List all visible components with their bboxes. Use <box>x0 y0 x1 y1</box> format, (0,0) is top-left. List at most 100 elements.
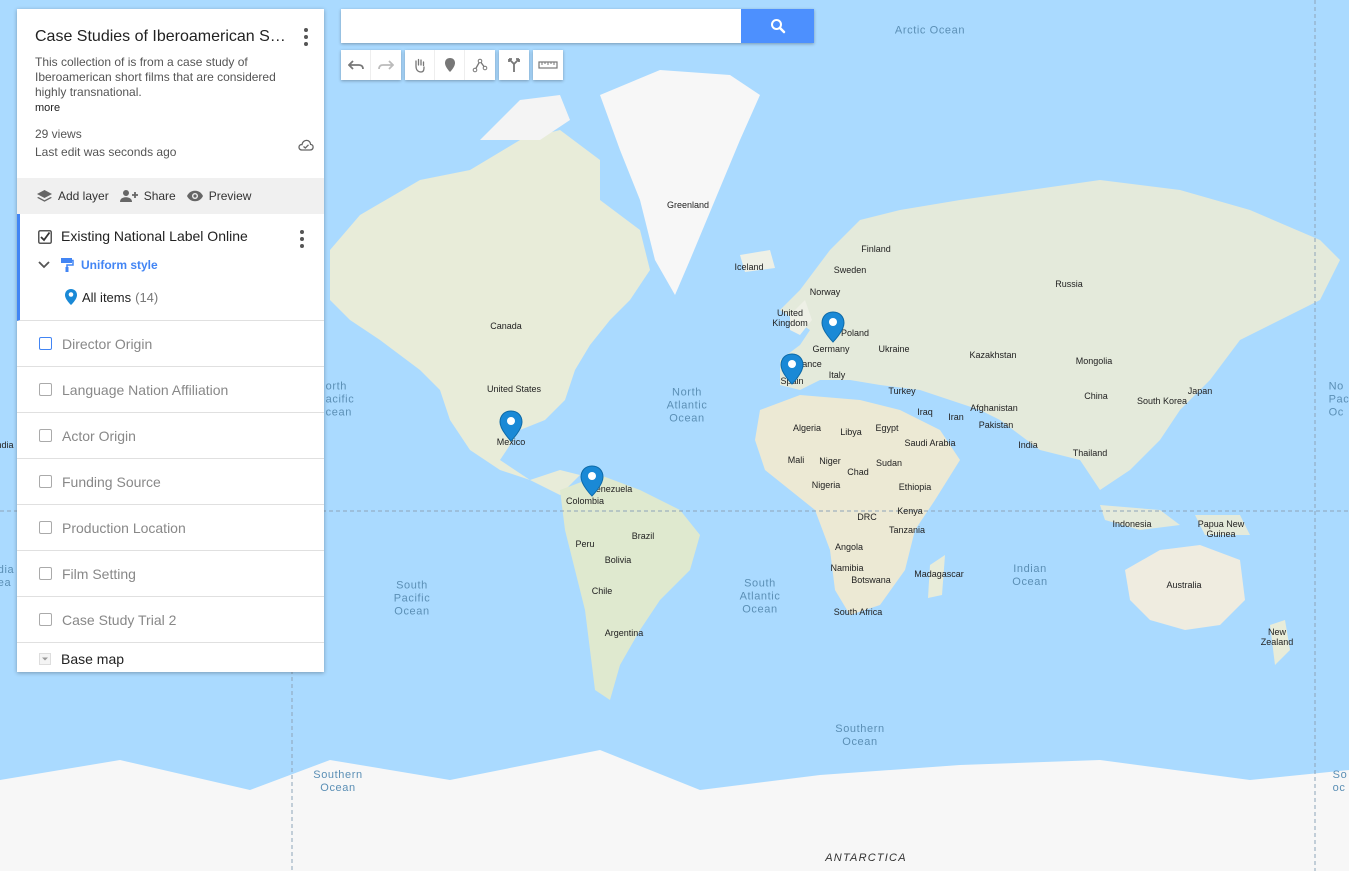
label-india-left: ndia <box>0 440 14 450</box>
layer-checkbox[interactable] <box>39 475 52 488</box>
layer-name[interactable]: Production Location <box>62 520 186 536</box>
label-ukraine: Ukraine <box>878 344 910 354</box>
layer-name[interactable]: Director Origin <box>62 336 152 352</box>
layer-checkbox[interactable] <box>39 521 52 534</box>
layer-name[interactable]: Existing National Label Online <box>61 228 248 244</box>
label-germany: Germany <box>812 344 850 354</box>
pin-icon <box>821 311 845 343</box>
share-button[interactable]: Share <box>119 189 176 203</box>
label-chad: Chad <box>847 467 869 477</box>
layer-name[interactable]: Actor Origin <box>62 428 136 444</box>
label-niger: Niger <box>819 456 841 466</box>
view-count: 29 views <box>35 127 82 141</box>
layer-visibility-checkbox[interactable] <box>38 229 52 244</box>
base-map-row[interactable]: Base map <box>17 643 324 675</box>
label-indian-ocean-left: dia ea <box>0 564 15 589</box>
add-marker-button[interactable] <box>435 50 465 80</box>
label-poland: Poland <box>840 328 870 338</box>
layer-name[interactable]: Case Study Trial 2 <box>62 612 176 628</box>
label-greenland: Greenland <box>666 200 710 210</box>
label-italy: Italy <box>828 370 846 380</box>
label-peru: Peru <box>575 539 595 549</box>
add-layer-button[interactable]: Add layer <box>36 189 109 204</box>
checkbox-checked-icon <box>38 229 52 244</box>
share-label: Share <box>143 189 176 203</box>
all-items-label: All items <box>82 289 132 305</box>
label-mongolia: Mongolia <box>1075 356 1113 366</box>
layer-name[interactable]: Funding Source <box>62 474 161 490</box>
label-north-pacific-right: No Pac Oc <box>1328 380 1349 419</box>
label-kenya: Kenya <box>897 506 923 516</box>
label-tanzania: Tanzania <box>888 525 926 535</box>
layer-checkbox[interactable] <box>39 383 52 396</box>
label-bolivia: Bolivia <box>604 555 632 565</box>
all-items-row[interactable]: All items (14) <box>38 288 324 306</box>
map-pin-germany[interactable] <box>821 311 845 343</box>
pin-icon <box>499 410 523 442</box>
label-us: United States <box>486 384 542 394</box>
map-pin-colombia[interactable] <box>580 465 604 497</box>
layer-checkbox[interactable] <box>39 429 52 442</box>
map-toolbar <box>341 50 563 80</box>
add-person-icon <box>119 190 138 202</box>
label-nigeria: Nigeria <box>811 480 841 490</box>
label-egypt: Egypt <box>875 423 899 433</box>
label-brazil: Brazil <box>631 531 655 541</box>
redo-button[interactable] <box>371 50 401 80</box>
uniform-style-link[interactable]: Uniform style <box>81 258 158 272</box>
label-iran: Iran <box>948 412 964 422</box>
label-north-atlantic: North Atlantic Ocean <box>666 386 708 425</box>
layer-film-setting: Film Setting <box>17 551 324 597</box>
label-iceland: Iceland <box>734 262 764 272</box>
map-title[interactable]: Case Studies of Iberoamerican Short Film… <box>35 28 287 46</box>
pan-tool-button[interactable] <box>405 50 435 80</box>
chevron-down-icon[interactable] <box>38 261 50 269</box>
paint-roller-icon[interactable] <box>60 257 74 273</box>
label-angola: Angola <box>834 542 864 552</box>
label-south-africa: South Africa <box>833 607 883 617</box>
search-button[interactable] <box>741 9 814 43</box>
layer-checkbox[interactable] <box>39 567 52 580</box>
label-india: India <box>1018 440 1038 450</box>
label-australia: Australia <box>1166 580 1202 590</box>
label-indonesia: Indonesia <box>1112 519 1152 529</box>
label-uk: United Kingdom <box>772 308 808 328</box>
label-russia: Russia <box>1055 279 1083 289</box>
map-description[interactable]: This collection of is from a case study … <box>35 55 290 100</box>
panel-actions-bar: Add layer Share Preview <box>17 178 324 214</box>
layer-checkbox[interactable] <box>39 613 52 626</box>
undo-button[interactable] <box>341 50 371 80</box>
label-france: ance <box>802 359 822 369</box>
label-namibia: Namibia <box>830 563 864 573</box>
label-south-atlantic: South Atlantic Ocean <box>739 577 781 616</box>
marker-icon <box>444 58 455 72</box>
layer-director-origin: Director Origin <box>17 321 324 367</box>
label-afghanistan: Afghanistan <box>970 403 1018 413</box>
preview-button[interactable]: Preview <box>186 189 251 203</box>
tools-group <box>405 50 495 80</box>
map-pin-mexico[interactable] <box>499 410 523 442</box>
map-options-menu-button[interactable] <box>302 28 310 46</box>
draw-line-button[interactable] <box>465 50 495 80</box>
add-directions-button[interactable] <box>499 50 529 80</box>
pin-icon <box>780 353 804 385</box>
pin-icon <box>65 289 77 305</box>
layer-name[interactable]: Language Nation Affiliation <box>62 382 228 398</box>
layers-icon <box>37 189 52 202</box>
map-pin-spain[interactable] <box>780 353 804 385</box>
more-link[interactable]: more <box>35 102 306 114</box>
label-png: Papua New Guinea <box>1197 519 1245 539</box>
label-finland: Finland <box>861 244 891 254</box>
layer-funding-source: Funding Source <box>17 459 324 505</box>
layer-options-menu-button[interactable] <box>298 230 306 248</box>
search-input[interactable] <box>341 9 741 43</box>
label-drc: DRC <box>857 512 877 522</box>
layer-case-study-trial-2: Case Study Trial 2 <box>17 597 324 643</box>
measure-button[interactable] <box>533 50 563 80</box>
label-argentina: Argentina <box>604 628 644 638</box>
layer-name[interactable]: Film Setting <box>62 566 136 582</box>
layer-checkbox[interactable] <box>39 337 52 350</box>
expand-arrow-icon[interactable] <box>39 653 51 665</box>
label-new-zealand: New Zealand <box>1260 627 1294 647</box>
label-botswana: Botswana <box>851 575 891 585</box>
